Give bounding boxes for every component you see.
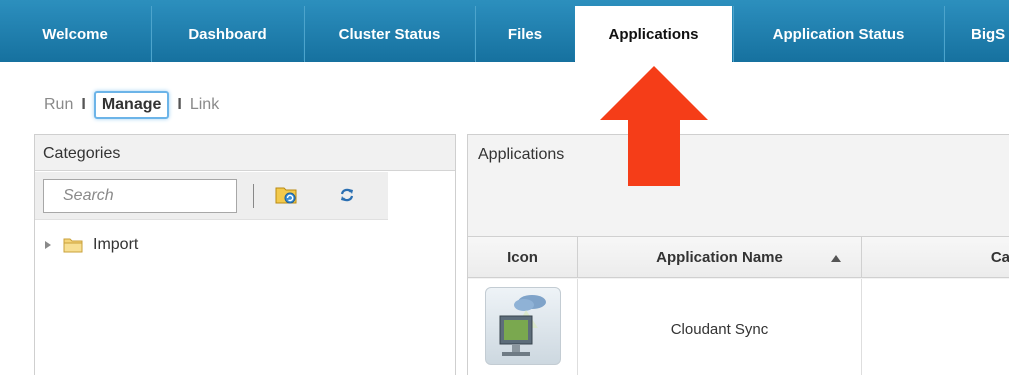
column-header-label: Ca xyxy=(990,249,1009,266)
tab-applications-label: Applications xyxy=(608,26,699,43)
tab-dashboard[interactable]: Dashboard xyxy=(151,6,303,62)
category-search-placeholder: Search xyxy=(63,187,114,204)
column-header-label: Icon xyxy=(507,249,538,266)
tab-application-status-label: Application Status xyxy=(772,25,905,43)
toolbar-divider xyxy=(253,184,254,208)
table-header: Icon Application Name Ca xyxy=(468,236,1009,278)
category-search-input[interactable]: Search xyxy=(43,179,237,213)
tab-cluster-status-label: Cluster Status xyxy=(338,25,441,43)
tree-expand-arrow-icon[interactable] xyxy=(41,238,55,252)
categories-toolbar: Search xyxy=(35,172,388,220)
tab-dashboard-label: Dashboard xyxy=(188,25,267,43)
tab-welcome-label: Welcome xyxy=(42,25,108,43)
cloudant-sync-app-icon[interactable] xyxy=(484,287,561,365)
tab-files[interactable]: Files xyxy=(475,6,574,62)
applications-panel: Applications Icon Application Name Ca Cl… xyxy=(467,134,1009,375)
categories-panel: Categories Search Import xyxy=(34,134,456,375)
column-header-category[interactable]: Ca xyxy=(862,237,1009,278)
table-cell-category xyxy=(862,279,1009,375)
tab-files-label: Files xyxy=(507,25,543,43)
app-root: Welcome Dashboard Cluster Status Files A… xyxy=(0,0,1009,375)
tab-welcome[interactable]: Welcome xyxy=(0,6,150,62)
app-icon-graphic xyxy=(499,295,546,356)
table-row[interactable]: Cloudant Sync xyxy=(468,279,1009,375)
table-cell-application-name: Cloudant Sync xyxy=(578,279,862,375)
folder-refresh-icon[interactable] xyxy=(275,184,299,206)
refresh-icon[interactable] xyxy=(339,186,355,204)
application-name-text: Cloudant Sync xyxy=(670,320,769,338)
tree-item-label: Import xyxy=(93,236,139,253)
categories-title: Categories xyxy=(35,135,455,171)
tab-bigsheets[interactable]: BigS xyxy=(944,6,1009,62)
column-header-application-name[interactable]: Application Name xyxy=(578,237,862,278)
folder-icon xyxy=(63,238,83,253)
table-cell-icon xyxy=(468,279,578,375)
column-header-label: Application Name xyxy=(656,249,783,266)
tab-applications[interactable]: Applications xyxy=(575,6,732,63)
column-header-icon[interactable]: Icon xyxy=(468,237,578,278)
applications-title: Applications xyxy=(478,146,565,163)
tab-application-status[interactable]: Application Status xyxy=(733,6,943,62)
red-annotation-arrow xyxy=(600,66,708,186)
tab-cluster-status[interactable]: Cluster Status xyxy=(304,6,474,62)
subnav-separator: I xyxy=(177,96,182,113)
subnav-run-link[interactable]: Run xyxy=(44,96,73,114)
subnav-link-link[interactable]: Link xyxy=(190,96,219,114)
tab-bigsheets-label: BigS xyxy=(971,25,1006,43)
sub-nav: Run I Manage I Link xyxy=(44,89,219,121)
subnav-manage-link[interactable]: Manage xyxy=(93,91,170,119)
subnav-separator: I xyxy=(81,96,86,113)
sort-asc-icon xyxy=(831,255,841,262)
tree-item-import[interactable]: Import xyxy=(41,235,138,255)
top-nav-tabbar: Welcome Dashboard Cluster Status Files A… xyxy=(0,0,1009,63)
